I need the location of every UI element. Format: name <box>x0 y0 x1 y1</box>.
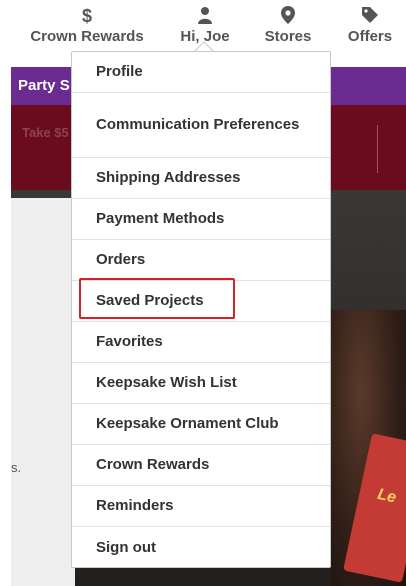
menu-item-label: Shipping Addresses <box>96 169 241 186</box>
tag-icon <box>340 6 400 26</box>
hero-card-text: Le <box>375 485 398 507</box>
menu-item-label: Reminders <box>96 497 174 514</box>
offers-nav-link[interactable]: Offers <box>340 6 400 45</box>
saved-projects-highlight-box <box>79 278 235 319</box>
menu-item-reminders[interactable]: Reminders <box>72 486 330 527</box>
account-nav-link[interactable]: Hi, Joe <box>172 6 238 45</box>
crown-rewards-label: Crown Rewards <box>30 28 144 45</box>
user-icon <box>172 6 238 26</box>
menu-item-keepsake-wish-list[interactable]: Keepsake Wish List <box>72 363 330 404</box>
promo-text: Party S <box>18 77 70 94</box>
menu-item-communication-preferences[interactable]: Communication Preferences <box>72 93 330 158</box>
menu-item-payment-methods[interactable]: Payment Methods <box>72 199 330 240</box>
stores-nav-link[interactable]: Stores <box>258 6 318 45</box>
menu-item-profile[interactable]: Profile <box>72 52 330 93</box>
menu-item-label: Keepsake Wish List <box>96 374 237 391</box>
menu-item-crown-rewards[interactable]: Crown Rewards <box>72 445 330 486</box>
menu-item-shipping-addresses[interactable]: Shipping Addresses <box>72 158 330 199</box>
menu-item-label: Crown Rewards <box>96 456 210 473</box>
menu-item-sign-out[interactable]: Sign out <box>72 527 330 568</box>
menu-item-label: Payment Methods <box>96 210 225 227</box>
menu-item-label: Favorites <box>96 333 163 350</box>
offers-label: Offers <box>347 28 393 45</box>
stores-label: Stores <box>264 28 312 45</box>
menu-item-favorites[interactable]: Favorites <box>72 322 330 363</box>
menu-item-label: Communication Preferences <box>96 116 300 133</box>
menu-item-label: Orders <box>96 251 146 268</box>
menu-item-label: Profile <box>96 63 143 80</box>
dollar-icon: $ <box>81 6 92 26</box>
hero-text-panel: s. <box>11 198 75 586</box>
menu-item-label: Sign out <box>96 538 156 556</box>
banner-divider <box>377 125 378 173</box>
crown-rewards-nav-link[interactable]: $ Crown Rewards <box>24 6 150 45</box>
hero-text-fragment: s. <box>11 460 22 475</box>
map-pin-icon <box>258 6 318 26</box>
menu-item-label: Keepsake Ornament Club <box>96 415 279 432</box>
menu-item-orders[interactable]: Orders <box>72 240 330 281</box>
menu-item-keepsake-ornament-club[interactable]: Keepsake Ornament Club <box>72 404 330 445</box>
banner-text: Take $5 <box>22 125 69 140</box>
